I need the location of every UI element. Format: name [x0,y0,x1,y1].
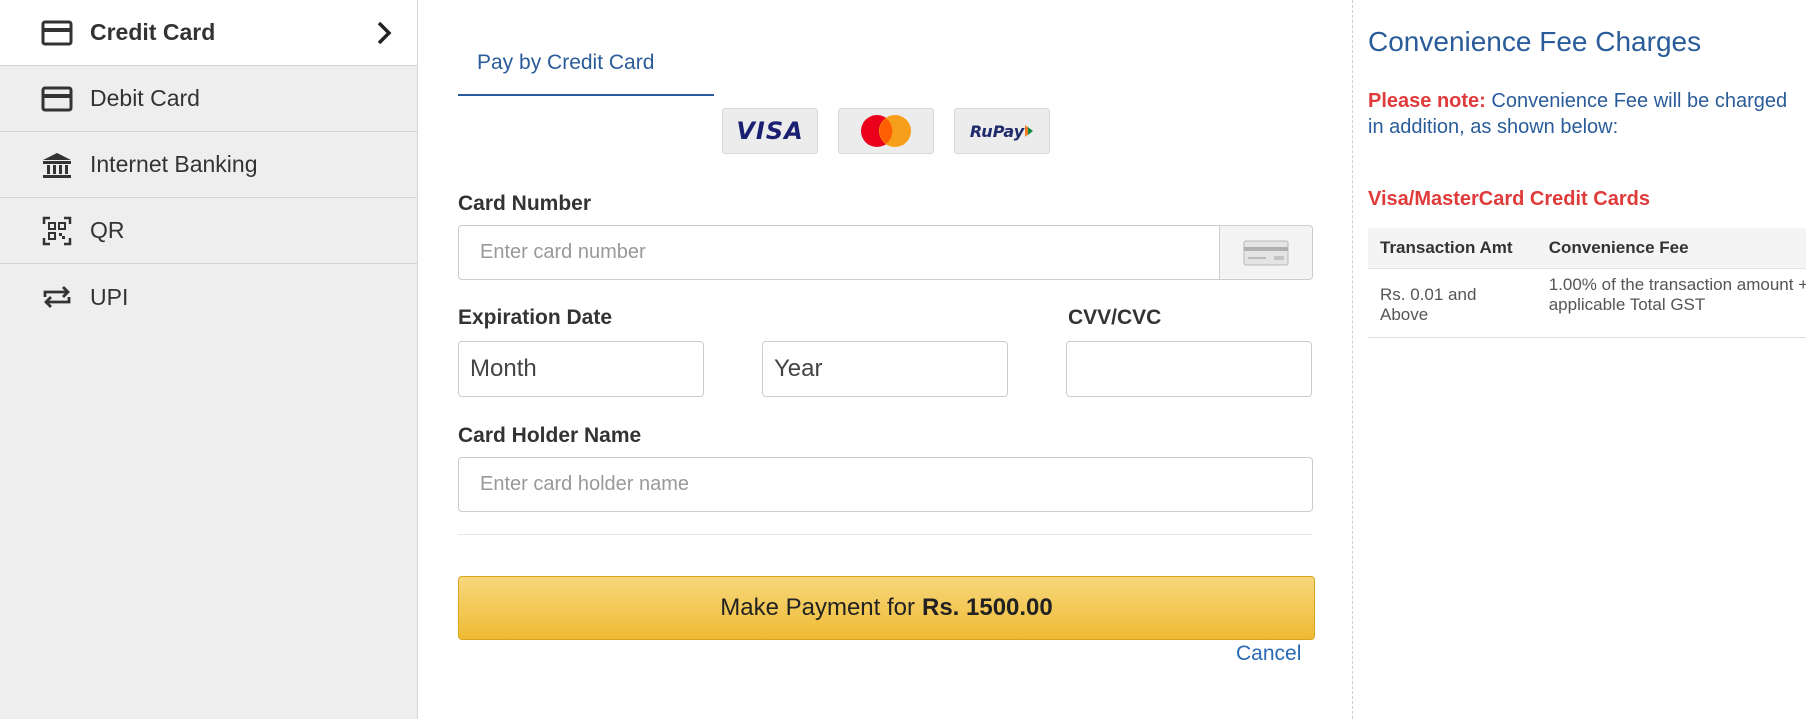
expiry-year-select[interactable]: Year [762,341,1008,397]
card-type-icon-box [1219,225,1313,280]
card-number-input[interactable] [458,225,1221,280]
chevron-right-icon [369,18,399,48]
sidebar-item-upi[interactable]: UPI [0,264,417,330]
visa-logo: VISA [722,108,818,154]
fee-table-header-cell: Transaction Amt [1368,228,1537,269]
sidebar-item-label: UPI [90,283,129,310]
convenience-fee-panel: Convenience Fee Charges Please note: Con… [1368,0,1806,719]
upi-arrows-icon [40,280,74,314]
sidebar-item-internet-banking[interactable]: Internet Banking [0,132,417,198]
card-chip-icon [1243,240,1289,265]
sidebar-item-label: QR [90,217,125,243]
make-payment-button[interactable]: Make Payment for Rs. 1500.00 [458,576,1315,640]
sidebar-item-label: Debit Card [90,85,200,111]
fee-card-type-heading: Visa/MasterCard Credit Cards [1368,188,1650,210]
sidebar-item-label: Internet Banking [90,151,258,177]
sidebar-item-label: Credit Card [90,19,216,45]
accepted-cards: VISA RuPay [722,108,1050,154]
cancel-link[interactable]: Cancel [1236,642,1301,666]
card-holder-name-input[interactable] [458,457,1313,512]
rupay-logo: RuPay [954,108,1050,154]
payment-method-sidebar: Credit Card Debit Card Internet Banking … [0,0,418,719]
table-row: Rs. 0.01 and Above 1.00% of the transact… [1368,268,1806,338]
bank-icon [40,148,74,182]
sidebar-item-qr[interactable]: QR [0,198,417,264]
form-divider [458,534,1312,535]
fee-panel-title: Convenience Fee Charges [1368,26,1702,57]
tab-pay-by-credit-card[interactable]: Pay by Credit Card [458,44,714,96]
card-number-label: Card Number [458,192,592,215]
fee-table-cell: 1.00% of the transaction amount + applic… [1536,268,1806,338]
fee-table-cell: Rs. 0.01 and Above [1368,268,1537,338]
fee-table-header: Transaction Amt Convenience Fee [1368,228,1806,269]
fee-table: Transaction Amt Convenience Fee Rs. 0.01… [1368,228,1806,338]
cvv-input[interactable] [1066,341,1312,397]
fee-note: Please note: Convenience Fee will be cha… [1368,90,1788,138]
fee-table-header-cell: Convenience Fee [1536,228,1806,269]
mastercard-logo [838,108,934,154]
credit-card-form: Pay by Credit Card VISA RuPay Card Numbe… [418,0,1350,719]
expiration-date-label: Expiration Date [458,306,613,329]
qr-code-icon [40,214,74,248]
debit-card-icon [40,82,74,116]
credit-card-icon [40,16,74,50]
sidebar-item-credit-card[interactable]: Credit Card [0,0,417,66]
expiry-month-select[interactable]: Month [458,341,704,397]
cvv-label: CVV/CVC [1068,306,1162,329]
sidebar-item-debit-card[interactable]: Debit Card [0,66,417,132]
panel-separator [1352,0,1353,719]
card-holder-name-label: Card Holder Name [458,424,642,447]
